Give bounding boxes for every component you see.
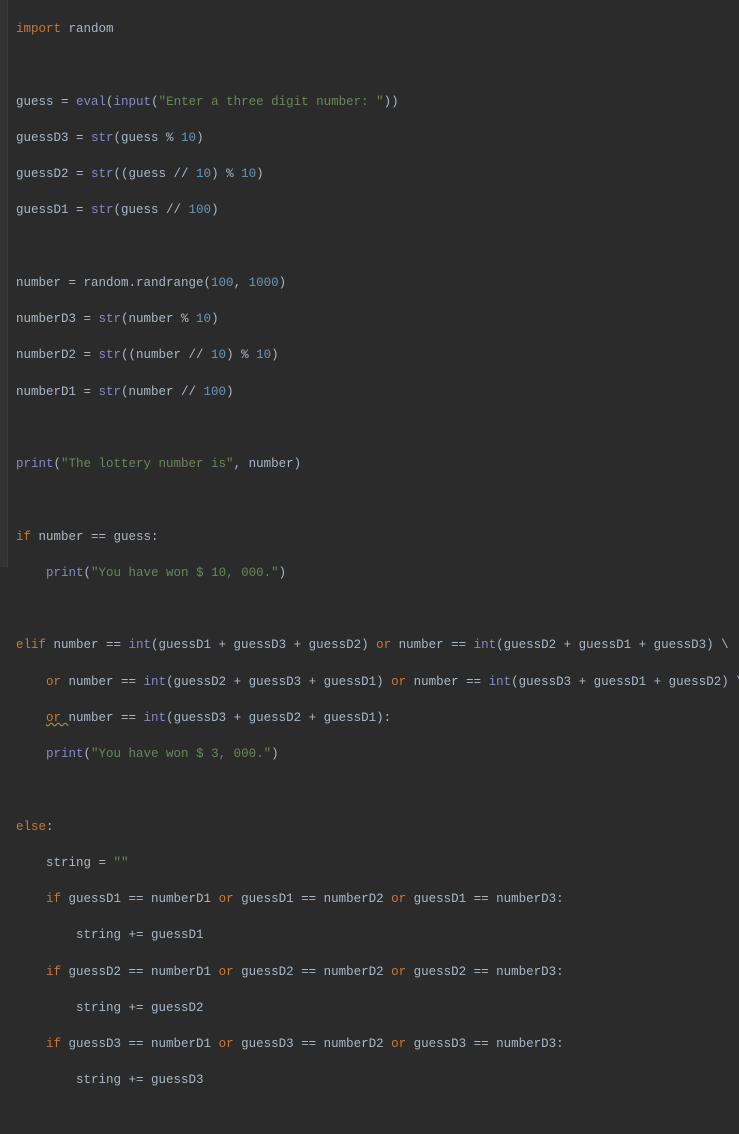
code-line: guessD1 = str(guess // 100) (16, 201, 739, 219)
code-line: numberD1 = str(number // 100) (16, 383, 739, 401)
code-line: string += guessD1 (16, 926, 739, 944)
code-line: print("The lottery number is", number) (16, 455, 739, 473)
code-line: if guessD2 == numberD1 or guessD2 == num… (16, 963, 739, 981)
code-line: print("You have won $ 3, 000.") (16, 745, 739, 763)
code-line: numberD2 = str((number // 10) % 10) (16, 346, 739, 364)
code-line: elif number == int(guessD1 + guessD3 + g… (16, 636, 739, 654)
code-line: numberD3 = str(number % 10) (16, 310, 739, 328)
code-line (16, 491, 739, 509)
code-editor[interactable]: import random guess = eval(input("Enter … (0, 2, 739, 1134)
code-line: or number == int(guessD2 + guessD3 + gue… (16, 673, 739, 691)
code-line: if number == guess: (16, 528, 739, 546)
code-line: import random (16, 20, 739, 38)
code-line: guess = eval(input("Enter a three digit … (16, 93, 739, 111)
code-line (16, 600, 739, 618)
code-line (16, 238, 739, 256)
editor-gutter (0, 0, 8, 567)
code-line (16, 419, 739, 437)
code-line (16, 781, 739, 799)
code-line: or number == int(guessD3 + guessD2 + gue… (16, 709, 739, 727)
code-line: string += guessD3 (16, 1071, 739, 1089)
code-line: string = "" (16, 854, 739, 872)
code-line: if guessD3 == numberD1 or guessD3 == num… (16, 1035, 739, 1053)
code-line (16, 1108, 739, 1126)
code-line: number = random.randrange(100, 1000) (16, 274, 739, 292)
code-line: guessD2 = str((guess // 10) % 10) (16, 165, 739, 183)
code-line: else: (16, 818, 739, 836)
code-line: string += guessD2 (16, 999, 739, 1017)
code-line (16, 56, 739, 74)
code-line: if guessD1 == numberD1 or guessD1 == num… (16, 890, 739, 908)
code-line: guessD3 = str(guess % 10) (16, 129, 739, 147)
